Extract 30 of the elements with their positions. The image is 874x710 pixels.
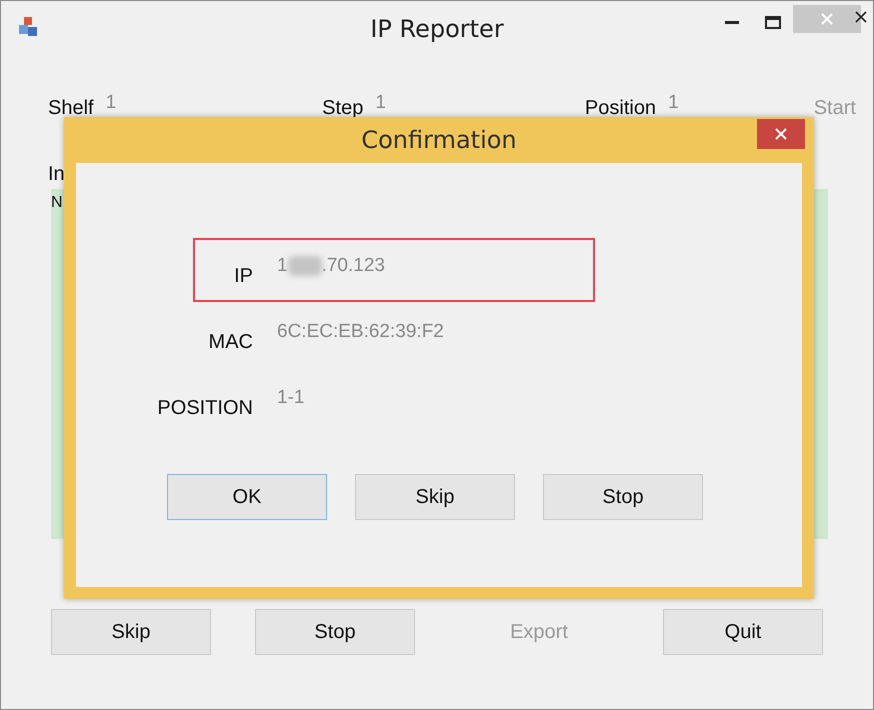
field-value: 1 bbox=[375, 90, 386, 114]
field-label: Step bbox=[322, 96, 364, 120]
field-value: 1 bbox=[106, 90, 116, 114]
info-value: 1 bbox=[277, 254, 288, 278]
field-label: Position bbox=[584, 96, 656, 120]
info-value: 1-1 bbox=[277, 386, 304, 410]
window-title: IP Reporter bbox=[369, 14, 505, 45]
minimize-icon bbox=[725, 20, 739, 24]
info-label: POSITION bbox=[157, 396, 253, 421]
close-icon bbox=[821, 13, 833, 25]
dialog-button[interactable]: OK bbox=[167, 474, 327, 520]
dialog-button[interactable]: Stop bbox=[543, 474, 703, 520]
close-icon bbox=[775, 128, 787, 140]
app-icon bbox=[17, 15, 39, 37]
dialog-title: Confirmation bbox=[361, 125, 517, 156]
action-button[interactable]: Quit bbox=[663, 609, 823, 655]
dialog-button[interactable]: Skip bbox=[355, 474, 515, 520]
field-value: 1 bbox=[668, 90, 679, 114]
close-button[interactable] bbox=[757, 119, 805, 149]
info-value: 6C:EC:EB:62:39:F2 bbox=[277, 320, 444, 344]
info-label: IP bbox=[234, 264, 253, 289]
close-icon bbox=[855, 11, 867, 23]
field-label: Shelf bbox=[48, 96, 94, 120]
list-label: In bbox=[48, 162, 65, 187]
maximize-icon bbox=[765, 16, 781, 28]
action-button[interactable]: Skip bbox=[51, 609, 211, 655]
column-header: N bbox=[51, 193, 63, 212]
info-value: .70.123 bbox=[322, 254, 385, 278]
action-button[interactable]: Stop bbox=[255, 609, 415, 655]
info-label: MAC bbox=[208, 330, 253, 355]
